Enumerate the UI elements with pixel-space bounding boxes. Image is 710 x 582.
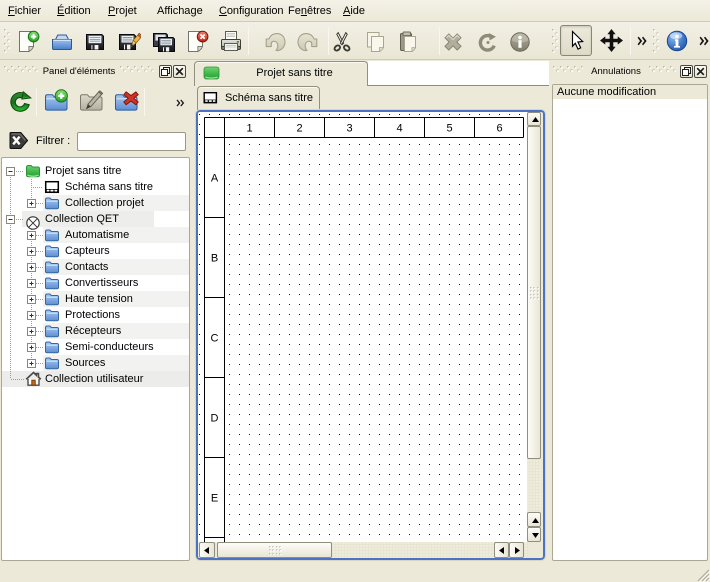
svg-text:6: 6: [496, 123, 502, 135]
svg-text:2: 2: [296, 123, 302, 135]
svg-text:E: E: [211, 493, 218, 505]
svg-text:D: D: [211, 413, 219, 425]
svg-text:3: 3: [346, 123, 352, 135]
svg-text:B: B: [211, 253, 218, 265]
svg-text:C: C: [211, 333, 219, 345]
svg-text:A: A: [211, 173, 219, 185]
svg-text:5: 5: [446, 123, 452, 135]
svg-text:1: 1: [246, 123, 252, 135]
svg-text:4: 4: [396, 123, 402, 135]
